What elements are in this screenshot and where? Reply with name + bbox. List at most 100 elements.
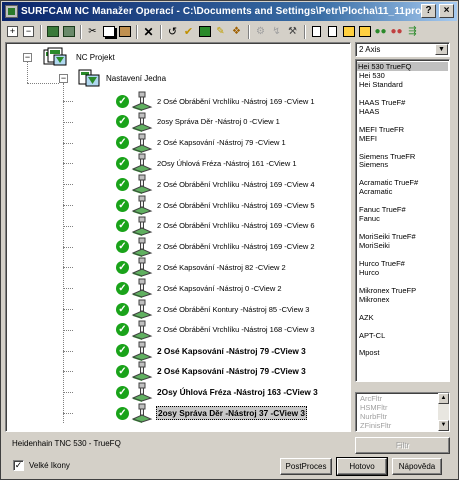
page4-icon[interactable] [357,24,372,39]
page-icon[interactable] [309,24,324,39]
operation-label: 2 Osé Kapsování -Nástroj 79 -CView 3 [157,366,306,377]
route-icon[interactable]: ⇶ [405,24,420,39]
filter-list-item[interactable]: ZFinisFltr [360,421,391,430]
list-icon[interactable] [197,24,212,39]
help-button[interactable]: ? [421,4,436,18]
paste-icon[interactable] [61,24,76,39]
cut-icon[interactable]: ✂ [85,24,100,39]
napoveda-button[interactable]: Nápověda [392,458,442,475]
unlink-icon[interactable]: ●● [389,24,404,39]
operation-row[interactable]: ✓ 2 Osé Obrábění Vrchlíku -Nástroj 169 -C… [116,91,316,111]
close-button[interactable]: × [439,4,454,18]
scroll-up-icon[interactable]: ▲ [438,393,449,404]
scroll-down-icon[interactable]: ▼ [438,420,449,431]
post-list-item[interactable]: Acramatic TrueF# [359,178,418,187]
copy-icon[interactable] [45,24,60,39]
verify-icon[interactable]: ❖ [229,24,244,39]
operation-row[interactable]: ✓ 2Osy Úhlová Fréza -Nástroj 163 -CView 3 [116,382,319,403]
edit-icon[interactable]: ⚙ [253,24,268,39]
post-list-item[interactable]: Hurco TrueF# [359,259,405,268]
undo-icon[interactable]: ↺ [165,24,180,39]
post-list-item[interactable]: Hurco [359,268,379,277]
operation-row[interactable]: ✓ 2 Osé Kapsování -Nástroj 79 -CView 1 [116,133,287,153]
nc-project-icon [42,46,74,68]
delete-icon[interactable]: ✕ [141,24,156,39]
chevron-down-icon[interactable]: ▼ [435,44,448,55]
operation-row[interactable]: ✓ 2 Osé Kapsování -Nástroj 79 -CView 3 [116,361,307,382]
operation-row[interactable]: ✓ 2 Osé Kapsování -Nástroj 0 -CView 2 [116,278,283,299]
operations-tree[interactable]: − NC Projekt − Nastavení Jedna ✓ 2 Osé O… [5,42,351,432]
filter-list[interactable]: ArcFltr HSMFltr NurbFltr ZFinisFltr ▲ ▼ [355,392,450,432]
operation-row[interactable]: ✓ 2 Osé Obrábění Vrchlíku -Nástroj 168 -C… [116,320,316,340]
post-list-item[interactable]: Hei Standard [359,80,403,89]
operation-row[interactable]: ✓ 2 Osé Obrábění Vrchlíku -Nástroj 169 -C… [116,216,316,236]
operation-row[interactable]: ✓ 2Osy Úhlová Fréza -Nástroj 161 -CView 1 [116,153,298,174]
collapse-setup-icon[interactable]: − [59,74,68,83]
post-list-item[interactable]: MoriSeiki TrueF# [359,232,416,241]
title-bar[interactable]: SURFCAM NC Manažer Operací - C:\Document… [2,2,457,21]
large-icons-checkbox[interactable]: ✓ [13,460,24,471]
edit2-icon[interactable]: ↯ [269,24,284,39]
page3-icon[interactable] [341,24,356,39]
post-list-item[interactable]: APT-CL [359,331,385,340]
post-list-item[interactable]: Mikronex TrueFP [359,286,416,295]
post-list-item[interactable]: MoriSeiki [359,241,390,250]
tool-icon[interactable]: ⚒ [285,24,300,39]
operation-label: 2 Osé Kapsování -Nástroj 0 -CView 2 [157,283,282,293]
post-list-item[interactable]: AZK [359,313,374,322]
large-icons-option[interactable]: ✓ Velké Ikony [13,460,70,471]
selected-post-label: Heidenhain TNC 530 - TrueFQ [12,439,121,448]
page2-icon[interactable] [325,24,340,39]
post-processor-list[interactable]: Hei 530 TrueFQ Hei 530 Hei Standard HAAS Tr… [355,59,450,382]
status-check-icon: ✓ [116,406,129,420]
postproces-button[interactable]: PostProces [280,458,332,475]
copy2-icon[interactable] [101,24,116,39]
tree-node-project[interactable]: NC Projekt [42,47,115,67]
post-list-item[interactable]: Mikronex [359,295,389,304]
add-icon[interactable]: + [5,24,20,39]
post-list-item[interactable]: Fanuc [359,214,380,223]
filter-list-item[interactable]: NurbFltr [360,412,387,421]
post-list-item[interactable]: HAAS TrueF# [359,98,405,107]
filtr-button[interactable]: Filtr [355,437,450,454]
status-check-icon: ✓ [116,219,129,233]
status-check-icon: ✓ [116,364,129,378]
operation-label: 2 Osé Obrábění Vrchlíku -Nástroj 169 -CV… [157,179,315,189]
run-icon[interactable]: ✎ [213,24,228,39]
post-list-item[interactable]: Hei 530 TrueFQ [357,62,448,71]
operation-row[interactable]: ✓ 2osy Správa Děr -Nástroj 37 -CView 3 [116,403,307,423]
link-icon[interactable]: ●● [373,24,388,39]
post-list-item[interactable]: Mpost [359,348,379,357]
post-list-item[interactable]: HAAS [359,107,379,116]
filter-list-item[interactable]: ArcFltr [360,394,382,403]
operation-label: 2Osy Úhlová Fréza -Nástroj 161 -CView 1 [157,158,297,168]
filter-list-item[interactable]: HSMFltr [360,403,388,412]
status-check-icon: ✓ [116,198,129,212]
post-list-item[interactable]: MEFI TrueFR [359,125,404,134]
paste2-icon[interactable] [117,24,132,39]
operation-row[interactable]: ✓ 2 Osé Obrábění Vrchlíku -Nástroj 169 -C… [116,195,316,215]
axis-select[interactable]: 2 Axis ▼ [355,42,450,57]
operation-row[interactable]: ✓ 2 Osé Kapsování -Nástroj 82 -CView 2 [116,257,287,278]
large-icons-label: Velké Ikony [29,461,70,470]
post-list-item[interactable]: Siemens TrueFR [359,152,415,161]
project-label: NC Projekt [76,52,115,62]
operation-row[interactable]: ✓ 2 Osé Obrábění Vrchlíku -Nástroj 169 -C… [116,174,316,195]
post-list-item[interactable]: Acramatic [359,187,392,196]
operation-row[interactable]: ✓ 2 Osé Kapsování -Nástroj 79 -CView 3 [116,341,307,361]
hotovo-button[interactable]: Hotovo [336,457,388,476]
filter-scrollbar[interactable]: ▲ ▼ [438,393,449,431]
operation-row[interactable]: ✓ 2osy Správa Děr -Nástroj 0 -CView 1 [116,112,281,132]
operation-row[interactable]: ✓ 2 Osé Obrábění Kontury -Nástroj 85 -CVi… [116,299,310,319]
operation-label: 2 Osé Kapsování -Nástroj 82 -CView 2 [157,262,286,272]
collapse-project-icon[interactable]: − [23,53,32,62]
operation-row[interactable]: ✓ 2 Osé Obrábění Vrchlíku -Nástroj 169 -C… [116,237,316,257]
post-list-item[interactable]: Siemens [359,160,388,169]
post-list-item[interactable]: MEFI [359,134,377,143]
remove-icon[interactable]: − [21,24,36,39]
status-check-icon: ✓ [116,302,129,316]
tree-node-setup[interactable]: Nastavení Jedna [78,68,166,88]
post-list-item[interactable]: Hei 530 [359,71,385,80]
post-list-item[interactable]: Fanuc TrueF# [359,205,406,214]
check-icon[interactable]: ✔ [181,24,196,39]
